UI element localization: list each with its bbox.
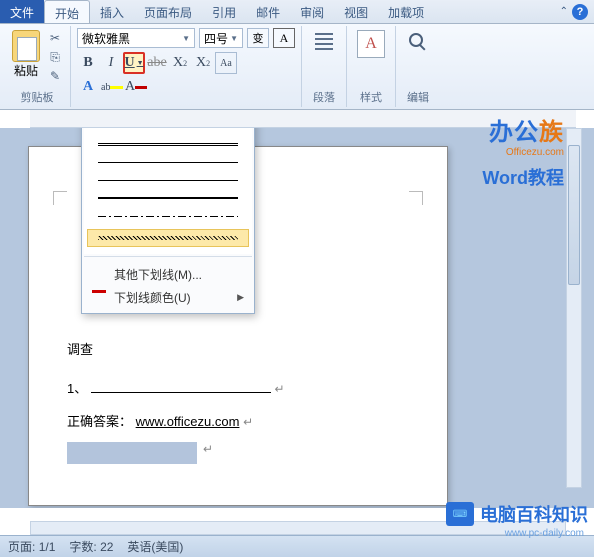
status-language[interactable]: 英语(美国) — [127, 538, 183, 555]
bold-button[interactable]: B — [77, 52, 99, 74]
pilcrow-icon: ↵ — [274, 382, 284, 396]
help-icon[interactable]: ? — [572, 4, 588, 20]
doc-text-line[interactable]: 调查 — [67, 339, 409, 358]
tab-layout[interactable]: 页面布局 — [134, 0, 202, 23]
underline-style-thick[interactable] — [98, 128, 238, 130]
separator — [84, 256, 252, 257]
italic-button[interactable]: I — [100, 52, 122, 74]
group-label-styles: 样式 — [353, 87, 389, 105]
font-size-value: 四号 — [204, 30, 228, 47]
paragraph-icon — [312, 30, 336, 54]
group-paragraph: 段落 — [302, 26, 347, 107]
group-label-paragraph: 段落 — [308, 87, 340, 105]
chevron-down-icon: ▼ — [137, 59, 144, 67]
doc-text-line[interactable]: 正确答案： www.officezu.com ↵ — [67, 411, 409, 430]
paragraph-button[interactable] — [308, 28, 340, 56]
copy-icon[interactable]: ⎘ — [46, 49, 64, 65]
underline-style-dashed[interactable] — [98, 176, 238, 184]
more-underlines-item[interactable]: 其他下划线(M)... — [90, 263, 246, 286]
group-label-clipboard: 剪贴板 — [10, 87, 64, 105]
font-size-combo[interactable]: 四号 ▼ — [199, 28, 243, 48]
blank-underline — [91, 392, 271, 393]
tab-home[interactable]: 开始 — [44, 0, 90, 23]
vertical-scrollbar[interactable] — [566, 128, 582, 488]
styles-icon: A — [357, 30, 385, 58]
group-font: 微软雅黑 ▼ 四号 ▼ 变 A B I U ▼ abe X2 X2 Aa A — [71, 26, 302, 107]
highlight-color-swatch — [110, 86, 123, 89]
highlight-button[interactable]: ab — [101, 76, 123, 98]
char-border-button[interactable]: A — [273, 28, 295, 48]
group-clipboard: 粘贴 ✂ ⎘ ✎ 剪贴板 — [4, 26, 71, 107]
pilcrow-icon: ↵ — [243, 415, 253, 429]
underline-dropdown: 其他下划线(M)... 下划线颜色(U) ▶ — [81, 128, 255, 314]
charborder-label: A — [280, 31, 289, 46]
text-selection[interactable] — [67, 442, 197, 464]
chevron-right-icon: ▶ — [237, 292, 244, 303]
superscript-button[interactable]: X2 — [192, 52, 214, 74]
answer-link[interactable]: www.officezu.com — [136, 414, 240, 429]
underline-style-dash-long[interactable] — [98, 194, 238, 202]
underline-color-item[interactable]: 下划线颜色(U) ▶ — [90, 286, 246, 309]
font-color-swatch — [135, 86, 147, 89]
group-label-editing: 编辑 — [402, 87, 434, 105]
tab-review[interactable]: 审阅 — [290, 0, 334, 23]
page[interactable]: 其他下划线(M)... 下划线颜色(U) ▶ 调查 1、 ↵ 正确答案： www… — [28, 146, 448, 506]
underline-style-double[interactable] — [98, 140, 238, 148]
underline-color-label: 下划线颜色(U) — [114, 289, 191, 306]
styles-button[interactable]: A — [353, 28, 389, 60]
font-name-value: 微软雅黑 — [82, 30, 130, 47]
ribbon-tabs: 文件 开始 插入 页面布局 引用 邮件 审阅 视图 加载项 ⌃ ? — [0, 0, 594, 24]
find-icon — [406, 30, 430, 54]
tab-insert[interactable]: 插入 — [90, 0, 134, 23]
tab-mail[interactable]: 邮件 — [246, 0, 290, 23]
paint-bucket-icon — [92, 291, 108, 305]
watermark-officezu: 办公族 Officezu.com Word教程 — [482, 112, 564, 190]
subscript-button[interactable]: X2 — [169, 52, 191, 74]
underline-label: U — [124, 55, 134, 71]
chevron-down-icon: ▼ — [182, 34, 190, 43]
tab-references[interactable]: 引用 — [202, 0, 246, 23]
paste-button[interactable]: 粘贴 — [10, 28, 42, 84]
blank-icon — [92, 268, 108, 282]
paste-label: 粘贴 — [14, 62, 38, 79]
phonetic-guide-button[interactable]: 变 — [247, 28, 269, 48]
paste-icon — [12, 30, 40, 62]
tab-file[interactable]: 文件 — [0, 0, 44, 23]
text-effects-button[interactable]: A — [77, 76, 99, 98]
underline-style-dash-dot[interactable] — [98, 212, 238, 220]
minimize-ribbon-icon[interactable]: ⌃ — [560, 6, 568, 17]
more-underlines-label: 其他下划线(M)... — [114, 266, 202, 283]
underline-style-dotted[interactable] — [98, 158, 238, 166]
cut-icon[interactable]: ✂ — [46, 30, 64, 46]
pcdaily-logo-icon: ⌨ — [446, 502, 474, 526]
font-color-button[interactable]: A — [125, 76, 147, 98]
margin-corner-icon — [409, 191, 423, 205]
tab-view[interactable]: 视图 — [334, 0, 378, 23]
font-name-combo[interactable]: 微软雅黑 ▼ — [77, 28, 195, 48]
find-button[interactable] — [402, 28, 434, 56]
underline-style-wavy[interactable] — [88, 230, 248, 246]
group-styles: A 样式 — [347, 26, 396, 107]
watermark-pcdaily: ⌨ 电脑百科知识 www.pc-daily.com — [446, 501, 588, 527]
scrollbar-thumb[interactable] — [568, 145, 580, 285]
chevron-down-icon: ▼ — [230, 34, 238, 43]
ruby-label: 变 — [253, 30, 264, 46]
ribbon: 粘贴 ✂ ⎘ ✎ 剪贴板 微软雅黑 ▼ 四号 ▼ 变 A B I — [0, 24, 594, 110]
underline-split-button[interactable]: U ▼ — [123, 52, 145, 74]
status-page[interactable]: 页面: 1/1 — [8, 538, 55, 555]
doc-text-line[interactable]: 1、 ↵ — [67, 378, 409, 397]
pilcrow-icon: ↵ — [203, 442, 213, 456]
strikethrough-button[interactable]: abe — [146, 52, 168, 74]
tab-addins[interactable]: 加载项 — [378, 0, 434, 23]
margin-corner-icon — [53, 191, 67, 205]
group-editing: 编辑 — [396, 26, 440, 107]
clear-format-button[interactable]: Aa — [215, 52, 237, 74]
format-painter-icon[interactable]: ✎ — [46, 68, 64, 84]
status-words[interactable]: 字数: 22 — [69, 538, 113, 555]
